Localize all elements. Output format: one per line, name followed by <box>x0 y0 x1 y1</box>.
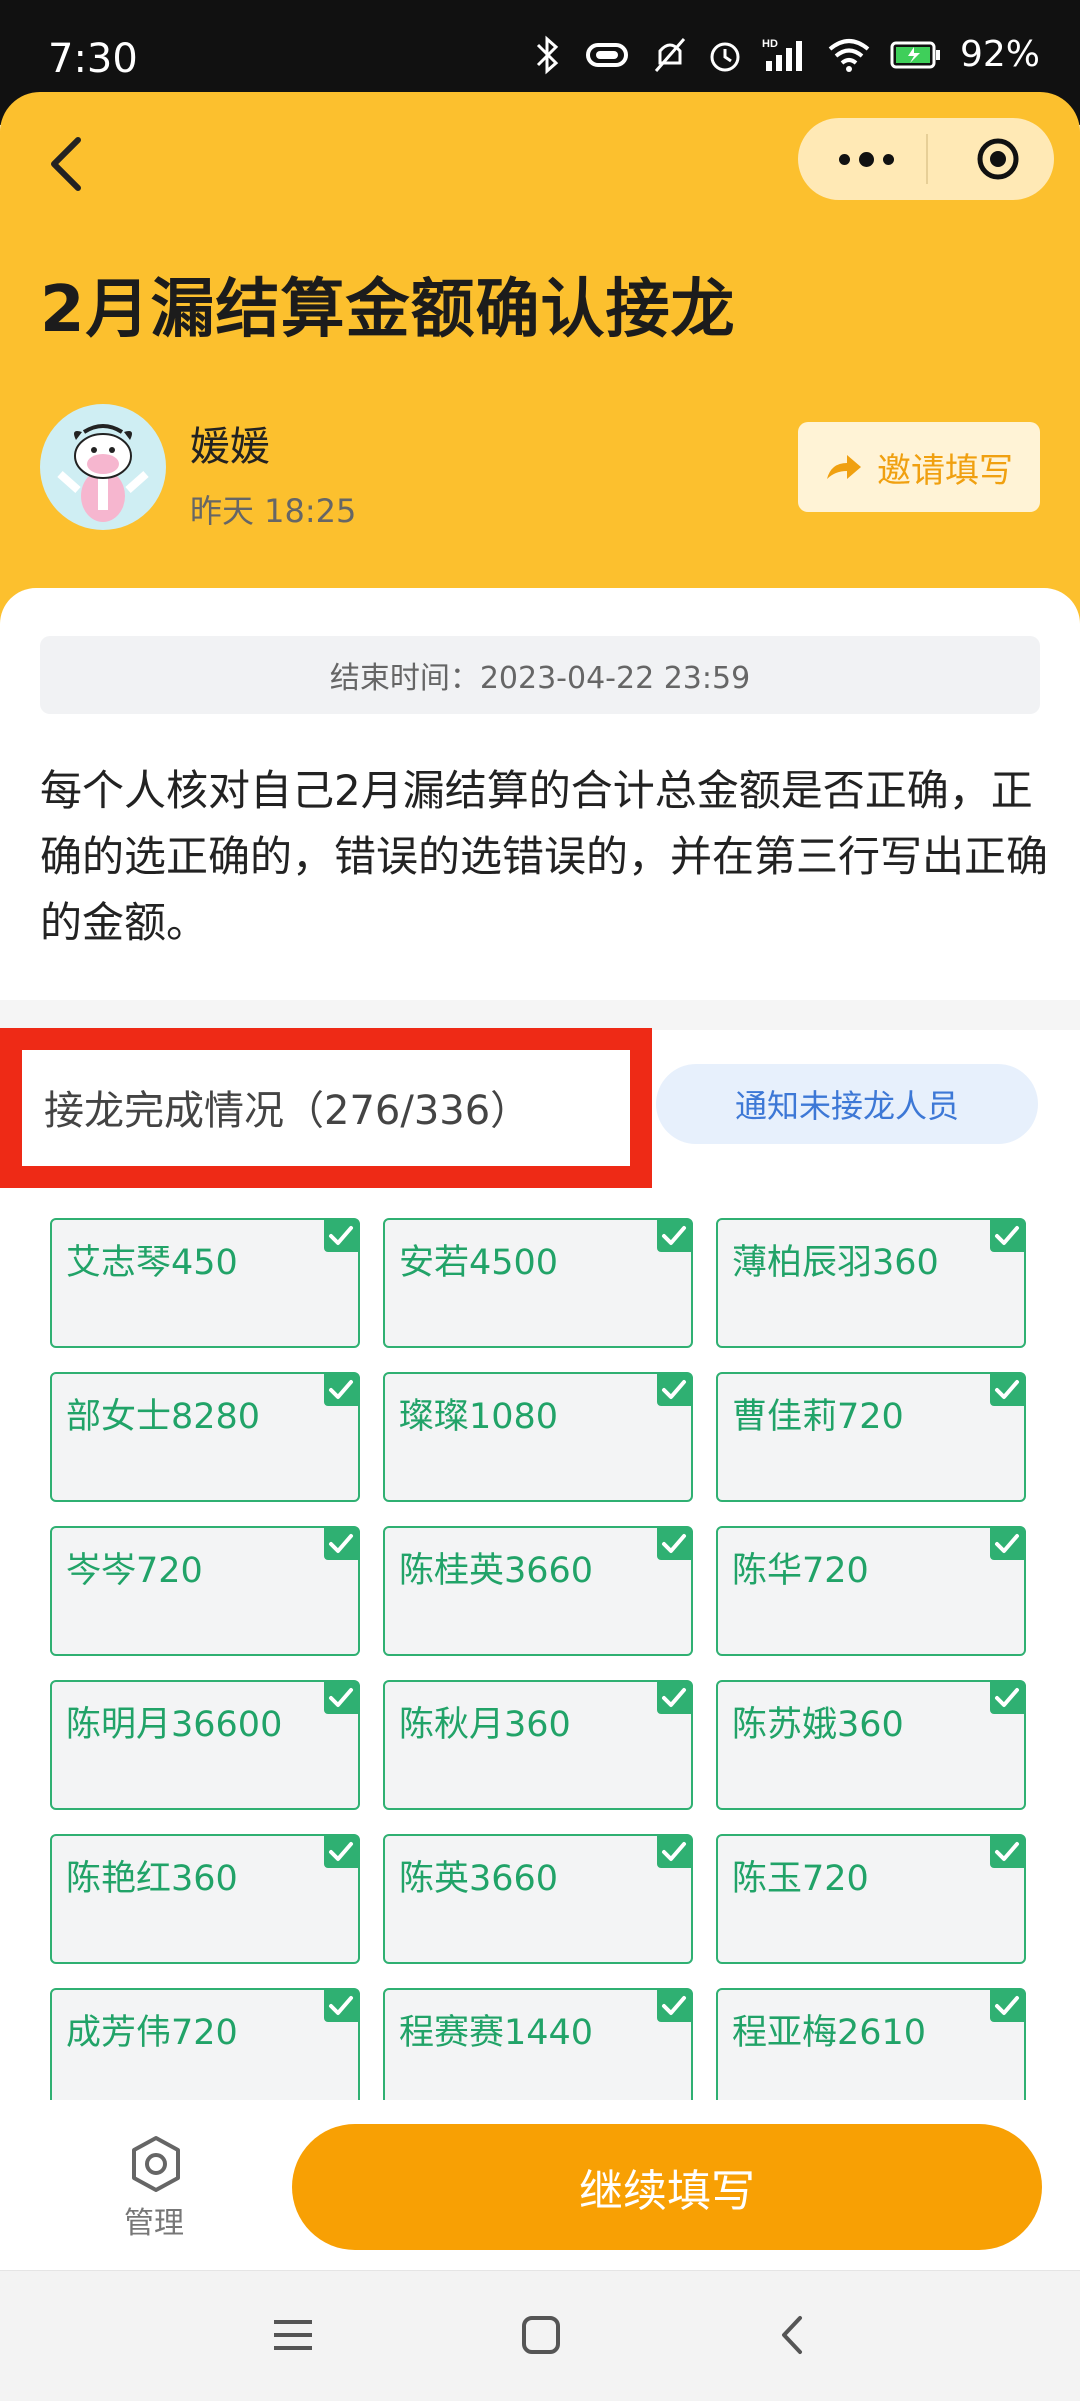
entry-label: 艾志琴450 <box>66 1243 238 1283</box>
invite-button[interactable]: 邀请填写 <box>798 422 1040 512</box>
entry-label: 程亚梅2610 <box>732 2013 927 2053</box>
entry-label: 陈玉720 <box>732 1859 869 1899</box>
check-icon <box>990 1220 1024 1252</box>
menu-icon[interactable] <box>272 2314 314 2356</box>
notify-button[interactable]: 通知未接龙人员 <box>656 1064 1038 1144</box>
entry-label: 成芳伟720 <box>66 2013 238 2053</box>
entry-label: 部女士8280 <box>66 1397 261 1437</box>
avatar[interactable] <box>40 404 166 530</box>
check-icon <box>657 1220 691 1252</box>
entry-label: 程赛赛1440 <box>399 2013 594 2053</box>
entry-grid: 艾志琴450 安若4500 薄柏辰羽360 部女士8280 璨璨1080 曹佳莉720 岑岑… <box>50 1218 1030 2118</box>
back-button[interactable] <box>44 134 88 194</box>
entry-label: 陈秋月360 <box>399 1705 571 1745</box>
nav-back-icon[interactable] <box>772 2314 814 2356</box>
entry-tile[interactable]: 陈华720 <box>716 1526 1026 1656</box>
entry-tile[interactable]: 陈明月36600 <box>50 1680 360 1810</box>
battery-icon <box>890 41 940 68</box>
check-icon <box>990 1528 1024 1560</box>
invite-label: 邀请填写 <box>877 450 1013 491</box>
page-title: 2月漏结算金额确认接龙 <box>40 273 736 347</box>
check-icon <box>657 1836 691 1868</box>
entry-tile[interactable]: 陈英3660 <box>383 1834 693 1964</box>
entry-label: 安若4500 <box>399 1243 559 1283</box>
author-name: 媛媛 <box>190 424 270 470</box>
entry-label: 曹佳莉720 <box>732 1397 904 1437</box>
svg-text:HD: HD <box>762 38 778 50</box>
entry-tile[interactable]: 璨璨1080 <box>383 1372 693 1502</box>
entry-tile[interactable]: 陈艳红360 <box>50 1834 360 1964</box>
entry-tile[interactable]: 陈桂英3660 <box>383 1526 693 1656</box>
deadline: 结束时间：2023-04-22 23:59 <box>40 636 1040 714</box>
entry-label: 陈桂英3660 <box>399 1551 594 1591</box>
entry-label: 陈明月36600 <box>66 1705 283 1745</box>
progress-label: 接龙完成情况（276/336） <box>44 1088 531 1134</box>
description: 每个人核对自己2月漏结算的合计总金额是否正确，正确的选正确的，错误的选错误的，并… <box>40 766 1049 947</box>
entry-label: 岑岑720 <box>66 1551 203 1591</box>
check-icon <box>990 1990 1024 2022</box>
continue-button[interactable]: 继续填写 <box>292 2124 1042 2250</box>
check-icon <box>324 1220 358 1252</box>
entry-label: 陈苏娥360 <box>732 1705 904 1745</box>
check-icon <box>324 1528 358 1560</box>
mute-icon <box>654 37 686 72</box>
more-icon[interactable] <box>826 118 906 200</box>
vibrate-icon <box>585 42 628 67</box>
entry-label: 璨璨1080 <box>399 1397 559 1437</box>
manage-label[interactable]: 管理 <box>124 2198 184 2242</box>
entry-label: 陈英3660 <box>399 1859 559 1899</box>
check-icon <box>990 1682 1024 1714</box>
check-icon <box>324 1682 358 1714</box>
entry-tile[interactable]: 艾志琴450 <box>50 1218 360 1348</box>
entry-label: 陈艳红360 <box>66 1859 238 1899</box>
check-icon <box>657 1990 691 2022</box>
entry-tile[interactable]: 部女士8280 <box>50 1372 360 1502</box>
entry-tile[interactable]: 安若4500 <box>383 1218 693 1348</box>
entry-tile[interactable]: 陈秋月360 <box>383 1680 693 1810</box>
signal-icon: HD <box>762 38 802 71</box>
check-icon <box>324 1990 358 2022</box>
close-target-icon[interactable] <box>976 137 1020 181</box>
entry-tile[interactable]: 曹佳莉720 <box>716 1372 1026 1502</box>
bluetooth-icon <box>536 35 559 74</box>
entry-tile[interactable]: 程亚梅2610 <box>716 1988 1026 2118</box>
home-icon[interactable] <box>520 2314 562 2356</box>
share-arrow-icon <box>827 455 861 479</box>
manage-icon[interactable] <box>128 2134 184 2194</box>
check-icon <box>657 1374 691 1406</box>
check-icon <box>324 1836 358 1868</box>
check-icon <box>990 1836 1024 1868</box>
status-time: 7:30 <box>48 36 138 82</box>
post-time: 昨天 18:25 <box>190 492 357 530</box>
check-icon <box>990 1374 1024 1406</box>
check-icon <box>324 1374 358 1406</box>
capsule-divider <box>926 134 928 184</box>
entry-tile[interactable]: 陈苏娥360 <box>716 1680 1026 1810</box>
entry-tile[interactable]: 程赛赛1440 <box>383 1988 693 2118</box>
wifi-icon <box>828 38 870 72</box>
entry-label: 陈华720 <box>732 1551 869 1591</box>
check-icon <box>657 1528 691 1560</box>
entry-tile[interactable]: 陈玉720 <box>716 1834 1026 1964</box>
entry-tile[interactable]: 薄柏辰羽360 <box>716 1218 1026 1348</box>
mini-program-capsule <box>798 118 1054 200</box>
alarm-icon <box>710 42 740 71</box>
entry-tile[interactable]: 成芳伟720 <box>50 1988 360 2118</box>
check-icon <box>657 1682 691 1714</box>
entry-label: 薄柏辰羽360 <box>732 1243 939 1283</box>
entry-tile[interactable]: 岑岑720 <box>50 1526 360 1656</box>
battery-percent: 92% <box>959 34 1040 75</box>
status-icons: HD 92% <box>534 34 1040 75</box>
